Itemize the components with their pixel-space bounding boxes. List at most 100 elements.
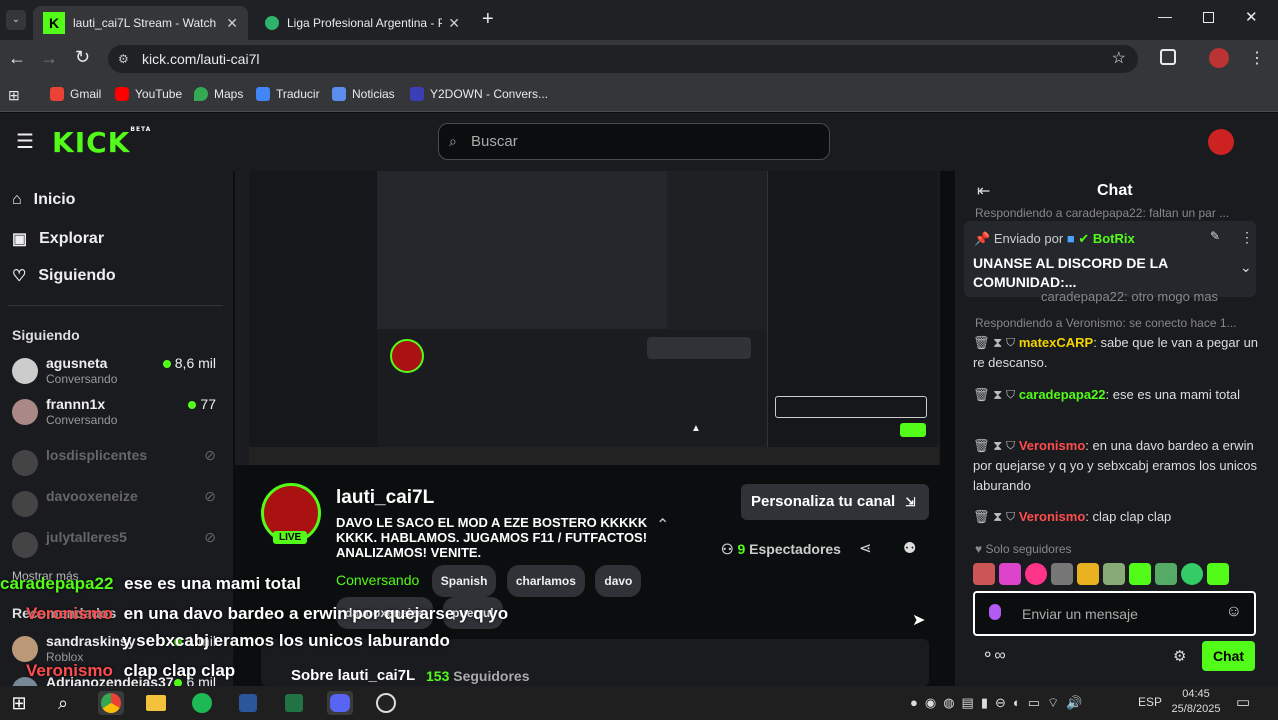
following-julytalleres5[interactable]: julytalleres5 ⊘ [12,529,222,567]
chat-input[interactable]: Enviar un mensaje ☺ [973,591,1256,636]
chat-message[interactable]: 🗑 ⧗ ⛉ matexCARP: sabe que le van a pegar… [973,333,1263,373]
customize-channel-button[interactable]: Personaliza tu canal ⇲ [741,484,929,520]
pinned-by-label: Enviado por [993,231,1064,246]
extensions-icon[interactable] [1160,49,1176,65]
channel-name: agusneta [46,355,108,371]
emote-icon[interactable] [1129,563,1151,585]
notification-icon[interactable]: ▭ [1236,693,1250,711]
settings-gear-icon[interactable]: ⚙ [1173,647,1186,665]
send-chat-button[interactable]: Chat [1202,641,1255,671]
bookmark-youtube[interactable]: YouTube [115,87,182,101]
badge-icons: 🗑 ⧗ ⛉ [973,438,1019,453]
chat-message[interactable]: 🗑 ⧗ ⛉ caradepapa22: ese es una mami tota… [973,385,1263,405]
video-player[interactable]: ▲ [235,171,940,465]
bookmark-star-icon[interactable]: ☆ [1112,45,1126,73]
emote-icon[interactable] [1025,563,1047,585]
offline-icon: ⊘ [204,529,216,545]
tab-kick[interactable]: K lauti_cai7L Stream - Watch Live ✕ [33,6,248,40]
emote-icon[interactable] [999,563,1021,585]
clock[interactable]: 04:45 25/8/2025 [1170,687,1222,717]
user-avatar[interactable] [1208,129,1234,155]
reload-icon[interactable]: ↻ [75,47,90,68]
site-info-icon[interactable]: ⚙ [118,45,129,73]
following-davooxeneize[interactable]: davooxeneize ⊘ [12,488,222,526]
channel-name[interactable]: lauti_cai7L [336,487,434,509]
bookmark-traducir[interactable]: Traducir [256,87,320,101]
nav-explorar[interactable]: ▣ Explorar [12,229,104,249]
chat-username[interactable]: Veronismo [1019,438,1085,453]
nav-inicio[interactable]: ⌂ Inicio [12,191,75,209]
following-frannn1x[interactable]: frannn1x Conversando 77 [12,396,222,434]
collapse-chat-icon[interactable]: ⇤ [977,181,990,201]
avatar [12,358,38,384]
pinned-message[interactable]: 📌 Enviado por ■ ✔ BotRix ✎ ⋮ UNANSE AL D… [964,221,1256,297]
emote-icon[interactable] [973,563,995,585]
share-icon[interactable]: ⋖ [859,539,872,557]
address-bar-row: ← → ↻ ⚙ kick.com/lauti-cai7l ☆ ⋮ [0,40,1278,78]
windows-start-icon[interactable]: ⊞ [6,691,32,715]
back-icon[interactable]: ← [8,48,26,69]
chat-message[interactable]: 🗑 ⧗ ⛉ Veronismo: en una davo bardeo a er… [973,436,1263,496]
viewers-number: 9 [737,541,746,557]
forward-icon[interactable]: → [40,48,58,69]
emote-icon[interactable] [1103,563,1125,585]
expand-pinned-icon[interactable]: ⌄ [1240,259,1252,276]
bookmark-label: Maps [214,87,244,101]
chat-message[interactable]: 🗑 ⧗ ⛉ Veronismo: clap clap clap [973,507,1263,527]
tag-pill[interactable]: Spanish [431,565,497,597]
emote-icon[interactable] [1051,563,1073,585]
profile-avatar[interactable] [1209,48,1229,68]
microphone-icon[interactable] [989,604,1001,620]
bookmark-y2down[interactable]: Y2DOWN - Convers... [410,87,548,101]
emote-icon[interactable] [1181,563,1203,585]
chat-username[interactable]: Veronismo [1019,509,1085,524]
bookmark-gmail[interactable]: Gmail [50,87,101,101]
search-input[interactable]: ⌕ Buscar [438,123,830,160]
bookmark-noticias[interactable]: Noticias [332,87,395,101]
spotify-icon[interactable] [189,691,215,715]
collapse-title-icon[interactable]: ⌃ [656,515,669,535]
tray-icons[interactable]: ●◉◍▤▮⊖◐▭⌔🔊 [910,695,1089,711]
follow-user-icon[interactable]: ⚉ [903,539,916,557]
pinned-menu-icon[interactable]: ⋮ [1240,229,1254,246]
apps-icon[interactable]: ⊞ [8,87,20,104]
chat-username[interactable]: caradepapa22 [1019,387,1106,402]
restore-icon[interactable] [1203,12,1214,23]
overlay-chat-line: Veronismo en una davo bardeo a erwin por… [26,604,508,624]
category-link[interactable]: Conversando [336,572,419,588]
close-tab-icon[interactable]: ✕ [226,15,238,32]
excel-icon[interactable] [281,691,307,715]
emote-icon[interactable] [1077,563,1099,585]
hamburger-menu-icon[interactable]: ☰ [16,129,34,154]
search-icon[interactable]: ⌕ [50,691,76,715]
unpin-icon[interactable]: ✎ [1210,229,1220,243]
file-explorer-icon[interactable] [143,691,169,715]
tag-pill[interactable]: charlamos [506,565,585,597]
minimize-icon[interactable]: — [1158,8,1172,24]
infinity-icon[interactable]: ⚬∞ [981,645,1006,665]
chrome-icon[interactable] [98,691,124,715]
emote-icon[interactable] [1155,563,1177,585]
chat-username[interactable]: matexCARP [1019,335,1093,350]
browser-menu-icon[interactable]: ⋮ [1249,48,1265,68]
close-window-icon[interactable]: ✕ [1245,8,1258,26]
viewer-count: ⚇ 9 Espectadores [721,541,841,558]
tag-pill[interactable]: davo [595,565,642,597]
word-icon[interactable] [235,691,261,715]
bookmark-maps[interactable]: Maps [194,87,243,101]
nav-siguiendo[interactable]: ♡ Siguiendo [12,266,116,286]
new-tab-button[interactable]: + [482,8,494,31]
emoji-icon[interactable]: ☺ [1226,603,1242,621]
following-agusneta[interactable]: agusneta Conversando 8,6 mil [12,355,222,393]
emote-icon[interactable] [1207,563,1229,585]
close-tab-icon[interactable]: ✕ [448,15,460,32]
url-field[interactable]: ⚙ kick.com/lauti-cai7l ☆ [108,45,1138,73]
obs-icon[interactable] [373,691,399,715]
following-losdisplicentes[interactable]: losdisplicentes ⊘ [12,447,222,485]
kick-logo[interactable]: KICKBETA [52,126,151,159]
discord-icon[interactable] [327,691,353,715]
tab-search-button[interactable]: ⌄ [6,10,26,30]
tab-liga[interactable]: Liga Profesional Argentina - PC ✕ [255,6,470,40]
bookmark-label: Y2DOWN - Convers... [430,87,549,101]
language-indicator[interactable]: ESP [1138,695,1162,709]
